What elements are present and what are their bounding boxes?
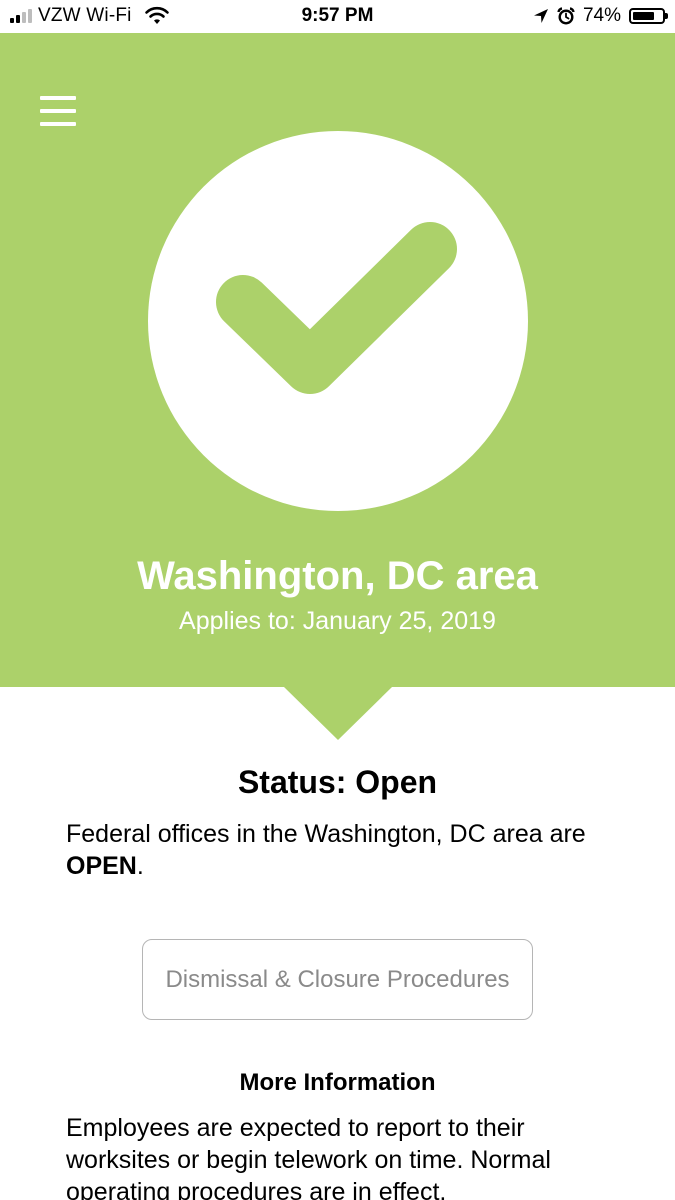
app-screen: VZW Wi-Fi 9:57 PM 74% Washington, DC are… — [0, 0, 675, 1200]
region-title: Washington, DC area — [137, 554, 538, 598]
dismissal-closure-procedures-button[interactable]: Dismissal & Closure Procedures — [142, 939, 533, 1020]
status-message-text: Federal offices in the Washington, DC ar… — [66, 820, 586, 848]
status-bar: VZW Wi-Fi 9:57 PM 74% — [0, 0, 675, 33]
more-information-heading: More Information — [239, 1069, 436, 1096]
location-arrow-icon — [533, 9, 548, 23]
header-pointer — [284, 687, 392, 740]
battery-percent: 74% — [582, 5, 621, 26]
status-bar-right: 74% — [533, 5, 668, 27]
menu-icon[interactable] — [40, 96, 76, 128]
status-heading: Status: Open — [237, 764, 438, 800]
checkmark-icon — [216, 222, 457, 394]
status-message: Federal offices in the Washington, DC ar… — [66, 818, 626, 882]
battery-fill — [633, 12, 654, 20]
alarm-icon — [557, 7, 575, 25]
more-information-text: Employees are expected to report to thei… — [66, 1114, 551, 1200]
status-message-end: . — [136, 852, 144, 880]
applies-to-date: Applies to: January 25, 2019 — [179, 607, 496, 635]
status-open-label: OPEN — [66, 852, 137, 880]
status-indicator — [148, 131, 528, 511]
status-header: Washington, DC area Applies to: January … — [0, 33, 675, 687]
battery-icon — [629, 8, 668, 24]
